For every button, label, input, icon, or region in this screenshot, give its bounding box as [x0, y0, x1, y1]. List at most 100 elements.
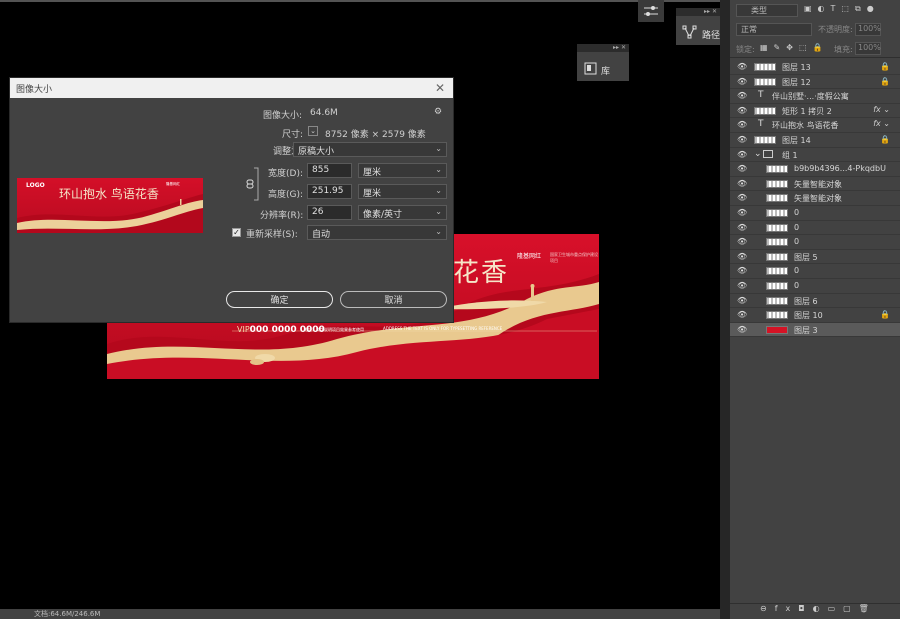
layer-thumbnail: [766, 179, 788, 188]
eye-icon[interactable]: 👁: [737, 281, 747, 290]
banner-brand-sub: 国家卫生城市重点保护建设项目: [550, 252, 598, 263]
width-input[interactable]: 855: [307, 163, 352, 178]
eye-icon[interactable]: 👁: [737, 325, 747, 334]
paths-panel[interactable]: ▸▸ ✕ 路径: [676, 8, 720, 45]
eye-icon[interactable]: 👁: [737, 164, 747, 173]
properties-panel-button[interactable]: [638, 0, 664, 22]
height-unit-select[interactable]: 厘米 ⌄: [358, 184, 447, 199]
layer-thumbnail: [766, 194, 788, 203]
image-size-label: 图像大小:: [263, 111, 303, 121]
status-bar: 文档:64.6M/246.6M: [0, 609, 720, 619]
fill-input[interactable]: 100%: [855, 42, 881, 55]
library-icon: [584, 62, 597, 75]
layer-row[interactable]: 👁 T 伴山别墅·...·度假公寓: [730, 89, 900, 104]
eye-icon[interactable]: 👁: [737, 106, 747, 115]
fit-to-value: 原稿大小: [298, 147, 335, 157]
eye-icon[interactable]: 👁: [737, 193, 747, 202]
layer-row[interactable]: 👁 0: [730, 279, 900, 294]
eye-icon[interactable]: 👁: [737, 91, 747, 100]
eye-icon[interactable]: 👁: [737, 223, 747, 232]
cancel-button[interactable]: 取消: [340, 291, 447, 308]
eye-icon[interactable]: 👁: [737, 208, 747, 217]
width-unit-select[interactable]: 厘米 ⌄: [358, 163, 447, 178]
libraries-panel[interactable]: ▸▸ ✕ 库: [577, 44, 629, 81]
filter-kind-value: 类型: [751, 6, 767, 15]
chevron-down-icon[interactable]: ⌄: [308, 126, 318, 136]
lock-icon: 🔒: [880, 62, 890, 71]
layer-row[interactable]: 👁 图层 10 🔒: [730, 308, 900, 323]
layer-row[interactable]: 👁 0: [730, 264, 900, 279]
layer-name: 组 1: [782, 150, 798, 160]
resolution-input[interactable]: 26: [307, 205, 352, 220]
eye-icon[interactable]: 👁: [737, 237, 747, 246]
eye-icon[interactable]: 👁: [737, 310, 747, 319]
layer-row[interactable]: 👁 矢量智能对象: [730, 191, 900, 206]
chevron-down-icon: ⌄: [435, 207, 442, 216]
sliders-icon: [644, 6, 658, 16]
layer-thumbnail: [766, 223, 788, 232]
layer-row[interactable]: 👁 图层 13 🔒: [730, 60, 900, 75]
layers-footer-toolbar[interactable]: ⊖fx◘◐▭▢🗑: [730, 603, 900, 619]
layer-thumbnail: [766, 281, 788, 290]
panel-collapse-bar[interactable]: ▸▸ ✕: [676, 8, 720, 16]
layer-row[interactable]: 👁 图层 5: [730, 250, 900, 265]
layer-row[interactable]: 👁 图层 14 🔒: [730, 133, 900, 148]
layer-name: 0: [794, 207, 800, 217]
eye-icon[interactable]: 👁: [737, 77, 747, 86]
eye-icon[interactable]: 👁: [737, 120, 747, 129]
lock-icon: 🔒: [880, 310, 890, 320]
chevron-down-icon[interactable]: ⌄: [754, 149, 762, 159]
layer-row[interactable]: 👁 ⌄ 组 1: [730, 148, 900, 163]
eye-icon[interactable]: 👁: [737, 135, 747, 144]
document-size: 文档:64.6M/246.6M: [34, 610, 101, 618]
fit-to-select[interactable]: 原稿大小 ⌄: [293, 142, 447, 157]
blend-mode-select[interactable]: 正常: [736, 23, 812, 36]
height-unit-value: 厘米: [363, 189, 382, 199]
layer-row[interactable]: 👁 0: [730, 221, 900, 236]
layer-row[interactable]: 👁 图层 3: [730, 322, 900, 338]
fx-icon[interactable]: fx ⌄: [873, 105, 890, 114]
layer-name: 图层 14: [782, 135, 811, 145]
layer-row[interactable]: 👁 b9b9b4396...4-PkqdbU: [730, 162, 900, 177]
fx-icon[interactable]: fx ⌄: [873, 119, 890, 128]
gear-icon[interactable]: ⚙: [434, 107, 442, 117]
thumb-title: 环山抱水 鸟语花香: [59, 187, 159, 201]
link-chain-icon[interactable]: [246, 166, 260, 202]
layers-panel: 类型 ▣◐T⬚⧉● 正常 不透明度: 100% 锁定: ▦✎✥⬚🔒 填充: 10…: [730, 0, 900, 619]
layer-name: 图层 12: [782, 77, 811, 87]
dialog-titlebar[interactable]: 图像大小 ✕: [10, 78, 453, 98]
layer-row[interactable]: 👁 0: [730, 235, 900, 250]
layers-panel-header: 类型 ▣◐T⬚⧉● 正常 不透明度: 100% 锁定: ▦✎✥⬚🔒 填充: 10…: [730, 0, 900, 58]
eye-icon[interactable]: 👁: [737, 296, 747, 305]
filter-kind-select[interactable]: 类型: [736, 4, 798, 17]
layer-row[interactable]: 👁 图层 12 🔒: [730, 75, 900, 90]
ok-button[interactable]: 确定: [226, 291, 333, 308]
layer-row[interactable]: 👁 矩形 1 拷贝 2 fx ⌄: [730, 104, 900, 119]
resample-select[interactable]: 自动 ⌄: [307, 225, 447, 240]
text-layer-icon: T: [758, 119, 764, 130]
layer-row[interactable]: 👁 T 环山抱水 鸟语花香 fx ⌄: [730, 118, 900, 133]
layer-row[interactable]: 👁 0: [730, 206, 900, 221]
panel-collapse-bar[interactable]: ▸▸ ✕: [577, 44, 629, 52]
close-icon[interactable]: ✕: [435, 81, 445, 95]
filter-icons[interactable]: ▣◐T⬚⧉●: [804, 4, 880, 14]
height-input[interactable]: 251.95: [307, 184, 352, 199]
lock-icons[interactable]: ▦✎✥⬚🔒: [760, 43, 828, 52]
opacity-input[interactable]: 100%: [855, 23, 881, 36]
eye-icon[interactable]: 👁: [737, 179, 747, 188]
layer-name: 图层 5: [794, 252, 818, 262]
layer-thumbnail: [766, 252, 788, 261]
preview-thumbnail[interactable]: LOGO 环山抱水 鸟语花香 隆基网红: [17, 178, 203, 233]
layer-name: 矢量智能对象: [794, 179, 842, 189]
eye-icon[interactable]: 👁: [737, 266, 747, 275]
chevron-down-icon: ⌄: [435, 165, 442, 174]
eye-icon[interactable]: 👁: [737, 150, 747, 159]
layer-row[interactable]: 👁 图层 6: [730, 294, 900, 309]
resolution-unit-select[interactable]: 像素/英寸 ⌄: [358, 205, 447, 220]
eye-icon[interactable]: 👁: [737, 252, 747, 261]
layer-name: 图层 10: [794, 311, 823, 321]
layer-row[interactable]: 👁 矢量智能对象: [730, 177, 900, 192]
eye-icon[interactable]: 👁: [737, 62, 747, 71]
chevron-down-icon: ⌄: [435, 144, 442, 153]
resample-checkbox[interactable]: ✓: [232, 228, 241, 237]
